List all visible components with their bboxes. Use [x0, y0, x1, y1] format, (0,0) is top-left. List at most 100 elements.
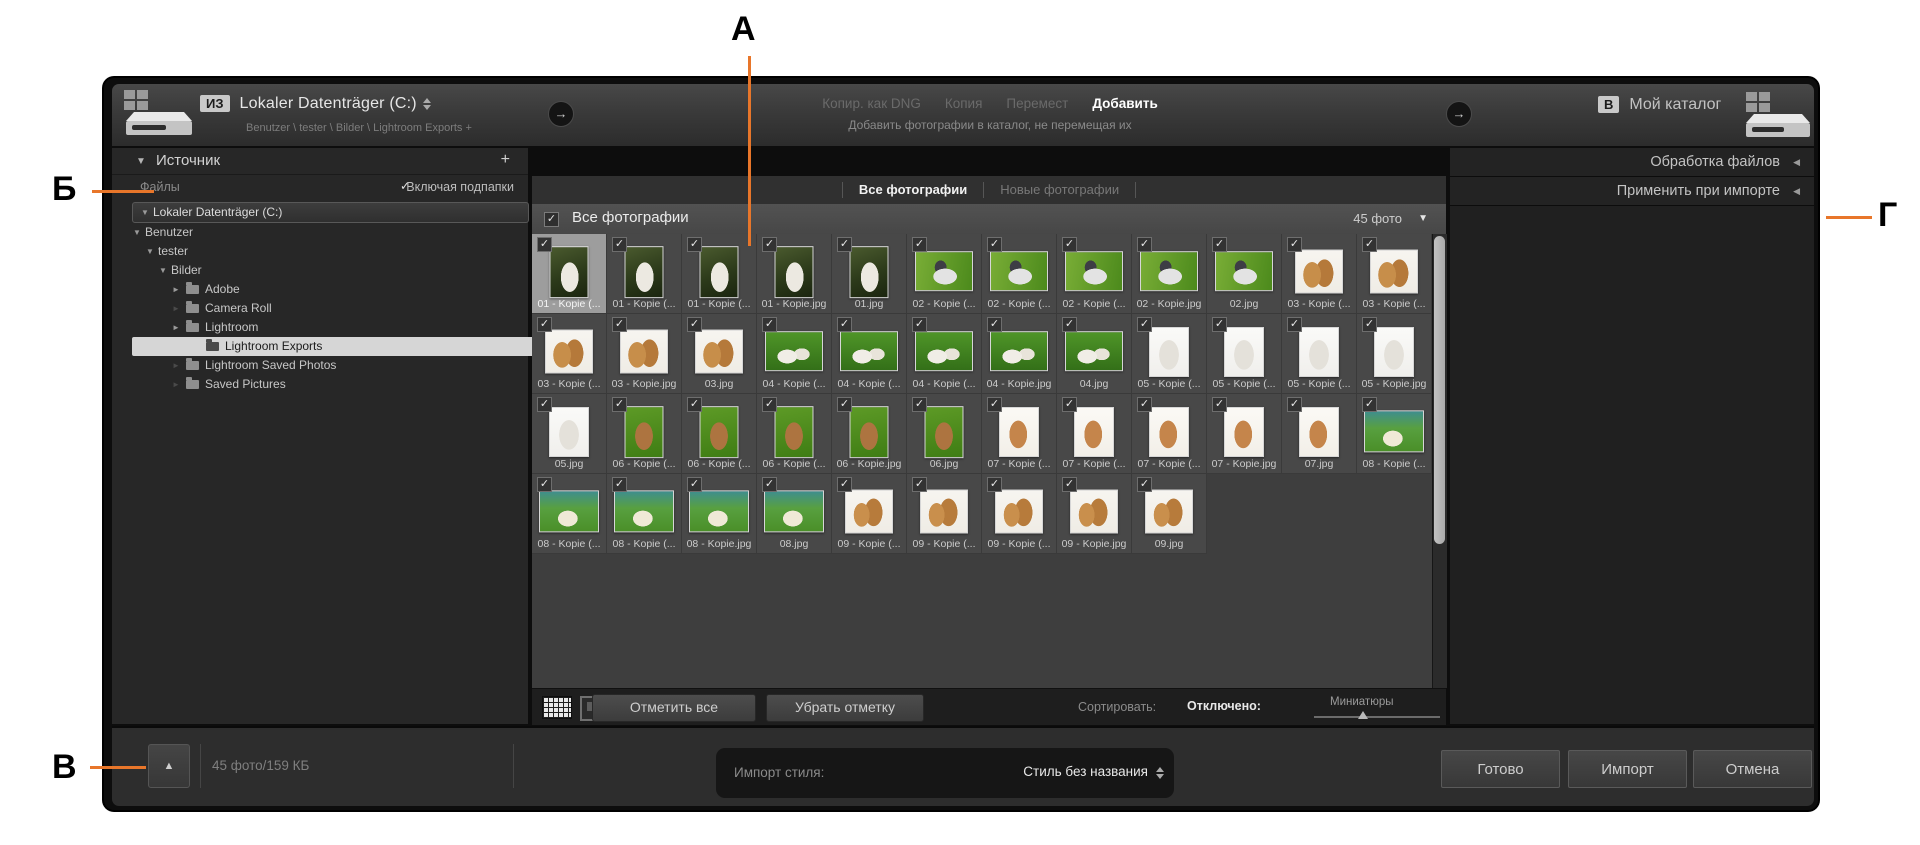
photo-cell[interactable]: ✓ 09 - Kopie.jpg: [1057, 474, 1132, 554]
photo-checkbox-icon[interactable]: ✓: [1062, 317, 1077, 332]
photo-checkbox-icon[interactable]: ✓: [1287, 397, 1302, 412]
photo-checkbox-icon[interactable]: ✓: [1212, 317, 1227, 332]
photo-checkbox-icon[interactable]: ✓: [837, 477, 852, 492]
tree-item-adobe[interactable]: ► Adobe: [112, 280, 528, 299]
photo-cell[interactable]: ✓ 07.jpg: [1282, 394, 1357, 474]
photo-cell[interactable]: ✓ 02 - Kopie.jpg: [1132, 234, 1207, 314]
photo-cell[interactable]: ✓ 09 - Kopie (...: [832, 474, 907, 554]
photo-checkbox-icon[interactable]: ✓: [762, 317, 777, 332]
photo-cell[interactable]: ✓ 04.jpg: [1057, 314, 1132, 394]
photo-checkbox-icon[interactable]: ✓: [987, 477, 1002, 492]
thumbnails-size-slider[interactable]: [1314, 711, 1440, 719]
photo-checkbox-icon[interactable]: ✓: [1137, 317, 1152, 332]
photo-cell[interactable]: ✓ 09 - Kopie (...: [982, 474, 1057, 554]
photo-cell[interactable]: ✓ 01 - Kopie.jpg: [757, 234, 832, 314]
photo-checkbox-icon[interactable]: ✓: [1137, 237, 1152, 252]
bottom-button-отмена[interactable]: Отмена: [1693, 750, 1812, 788]
tab-все-фотографии[interactable]: Все фотографии: [841, 182, 983, 198]
check-all-button[interactable]: Отметить все: [592, 694, 756, 722]
import-action-добавить[interactable]: Добавить: [1092, 96, 1157, 111]
photo-checkbox-icon[interactable]: ✓: [612, 237, 627, 252]
photo-cell[interactable]: ✓ 06.jpg: [907, 394, 982, 474]
bottom-button-импорт[interactable]: Импорт: [1568, 750, 1687, 788]
photo-checkbox-icon[interactable]: ✓: [612, 397, 627, 412]
photo-cell[interactable]: ✓ 01 - Kopie (...: [532, 234, 607, 314]
photo-cell[interactable]: ✓ 09.jpg: [1132, 474, 1207, 554]
photo-checkbox-icon[interactable]: ✓: [762, 237, 777, 252]
tree-item-lightroom-saved-photos[interactable]: ► Lightroom Saved Photos: [112, 356, 528, 375]
photo-cell[interactable]: ✓ 05 - Kopie (...: [1132, 314, 1207, 394]
source-path[interactable]: Benutzer \ tester \ Bilder \ Lightroom E…: [246, 122, 472, 134]
expanded-arrow-icon[interactable]: ▼: [159, 261, 171, 280]
photo-cell[interactable]: ✓ 08.jpg: [757, 474, 832, 554]
photo-cell[interactable]: ✓ 09 - Kopie (...: [907, 474, 982, 554]
photo-checkbox-icon[interactable]: ✓: [1062, 397, 1077, 412]
photo-checkbox-icon[interactable]: ✓: [987, 397, 1002, 412]
collapsed-arrow-icon[interactable]: ►: [172, 280, 184, 299]
tree-item-tester[interactable]: ▼ tester: [112, 242, 528, 261]
photo-cell[interactable]: ✓ 08 - Kopie (...: [532, 474, 607, 554]
photo-checkbox-icon[interactable]: ✓: [1137, 477, 1152, 492]
expanded-arrow-icon[interactable]: ▼: [146, 242, 158, 261]
photo-cell[interactable]: ✓ 08 - Kopie.jpg: [682, 474, 757, 554]
tab-новые-фотографии[interactable]: Новые фотографии: [983, 182, 1137, 198]
grid-scrollbar-thumb[interactable]: [1434, 236, 1445, 544]
photo-checkbox-icon[interactable]: ✓: [537, 477, 552, 492]
photo-cell[interactable]: ✓ 04 - Kopie (...: [757, 314, 832, 394]
photo-checkbox-icon[interactable]: ✓: [687, 237, 702, 252]
photo-checkbox-icon[interactable]: ✓: [837, 397, 852, 412]
uncheck-all-button[interactable]: Убрать отметку: [766, 694, 924, 722]
photo-cell[interactable]: ✓ 05 - Kopie (...: [1207, 314, 1282, 394]
import-action-копир-как-dng[interactable]: Копир. как DNG: [822, 96, 921, 111]
photo-checkbox-icon[interactable]: ✓: [1062, 477, 1077, 492]
import-action-копия[interactable]: Копия: [945, 96, 983, 111]
tree-item-benutzer[interactable]: ▼ Benutzer: [112, 223, 528, 242]
tree-item-bilder[interactable]: ▼ Bilder: [112, 261, 528, 280]
photo-checkbox-icon[interactable]: ✓: [1287, 237, 1302, 252]
import-preset-panel[interactable]: Импорт стиля: Стиль без названия: [716, 748, 1174, 798]
photo-checkbox-icon[interactable]: ✓: [912, 237, 927, 252]
panel-section-применить-при-импорте[interactable]: Применить при импорте ◀: [1450, 177, 1814, 206]
grid-view-icon[interactable]: [542, 696, 572, 719]
photo-checkbox-icon[interactable]: ✓: [612, 317, 627, 332]
photo-checkbox-icon[interactable]: ✓: [1137, 397, 1152, 412]
collapsed-arrow-icon[interactable]: ►: [172, 375, 184, 394]
photo-checkbox-icon[interactable]: ✓: [912, 397, 927, 412]
photo-checkbox-icon[interactable]: ✓: [1362, 397, 1377, 412]
photo-cell[interactable]: ✓ 02 - Kopie (...: [1057, 234, 1132, 314]
panel-section-обработка-файлов[interactable]: Обработка файлов ◀: [1450, 148, 1814, 177]
photo-checkbox-icon[interactable]: ✓: [912, 317, 927, 332]
photo-checkbox-icon[interactable]: ✓: [1212, 397, 1227, 412]
photo-cell[interactable]: ✓ 05 - Kopie.jpg: [1357, 314, 1432, 394]
photo-checkbox-icon[interactable]: ✓: [912, 477, 927, 492]
add-source-button[interactable]: +: [501, 151, 510, 169]
photo-checkbox-icon[interactable]: ✓: [1062, 237, 1077, 252]
source-panel-header[interactable]: ▼ Источник +: [112, 148, 528, 175]
photo-cell[interactable]: ✓ 03 - Kopie.jpg: [607, 314, 682, 394]
photo-checkbox-icon[interactable]: ✓: [1212, 237, 1227, 252]
sort-value-dropdown[interactable]: Отключено:: [1187, 699, 1261, 713]
tree-item-lightroom[interactable]: ► Lightroom: [112, 318, 528, 337]
collapsed-arrow-icon[interactable]: ►: [172, 356, 184, 375]
tree-item-saved-pictures[interactable]: ► Saved Pictures: [112, 375, 528, 394]
section-dropdown-icon[interactable]: ▼: [1418, 213, 1428, 224]
collapsed-arrow-icon[interactable]: ►: [172, 299, 184, 318]
photo-cell[interactable]: ✓ 08 - Kopie (...: [1357, 394, 1432, 474]
photo-cell[interactable]: ✓ 05 - Kopie (...: [1282, 314, 1357, 394]
photo-cell[interactable]: ✓ 06 - Kopie.jpg: [832, 394, 907, 474]
photo-cell[interactable]: ✓ 06 - Kopie (...: [682, 394, 757, 474]
photo-cell[interactable]: ✓ 08 - Kopie (...: [607, 474, 682, 554]
source-title[interactable]: ИЗ Lokaler Datenträger (C:): [200, 95, 431, 113]
photo-cell[interactable]: ✓ 01.jpg: [832, 234, 907, 314]
photo-checkbox-icon[interactable]: ✓: [1362, 317, 1377, 332]
photo-checkbox-icon[interactable]: ✓: [762, 477, 777, 492]
photo-checkbox-icon[interactable]: ✓: [537, 397, 552, 412]
photo-checkbox-icon[interactable]: ✓: [537, 237, 552, 252]
tree-item-lightroom-exports[interactable]: Lightroom Exports: [132, 337, 581, 356]
photo-cell[interactable]: ✓ 06 - Kopie (...: [607, 394, 682, 474]
photo-cell[interactable]: ✓ 07 - Kopie (...: [1132, 394, 1207, 474]
collapsed-arrow-icon[interactable]: ►: [172, 318, 184, 337]
photo-checkbox-icon[interactable]: ✓: [987, 237, 1002, 252]
tree-item-camera-roll[interactable]: ► Camera Roll: [112, 299, 528, 318]
photo-cell[interactable]: ✓ 04 - Kopie (...: [832, 314, 907, 394]
